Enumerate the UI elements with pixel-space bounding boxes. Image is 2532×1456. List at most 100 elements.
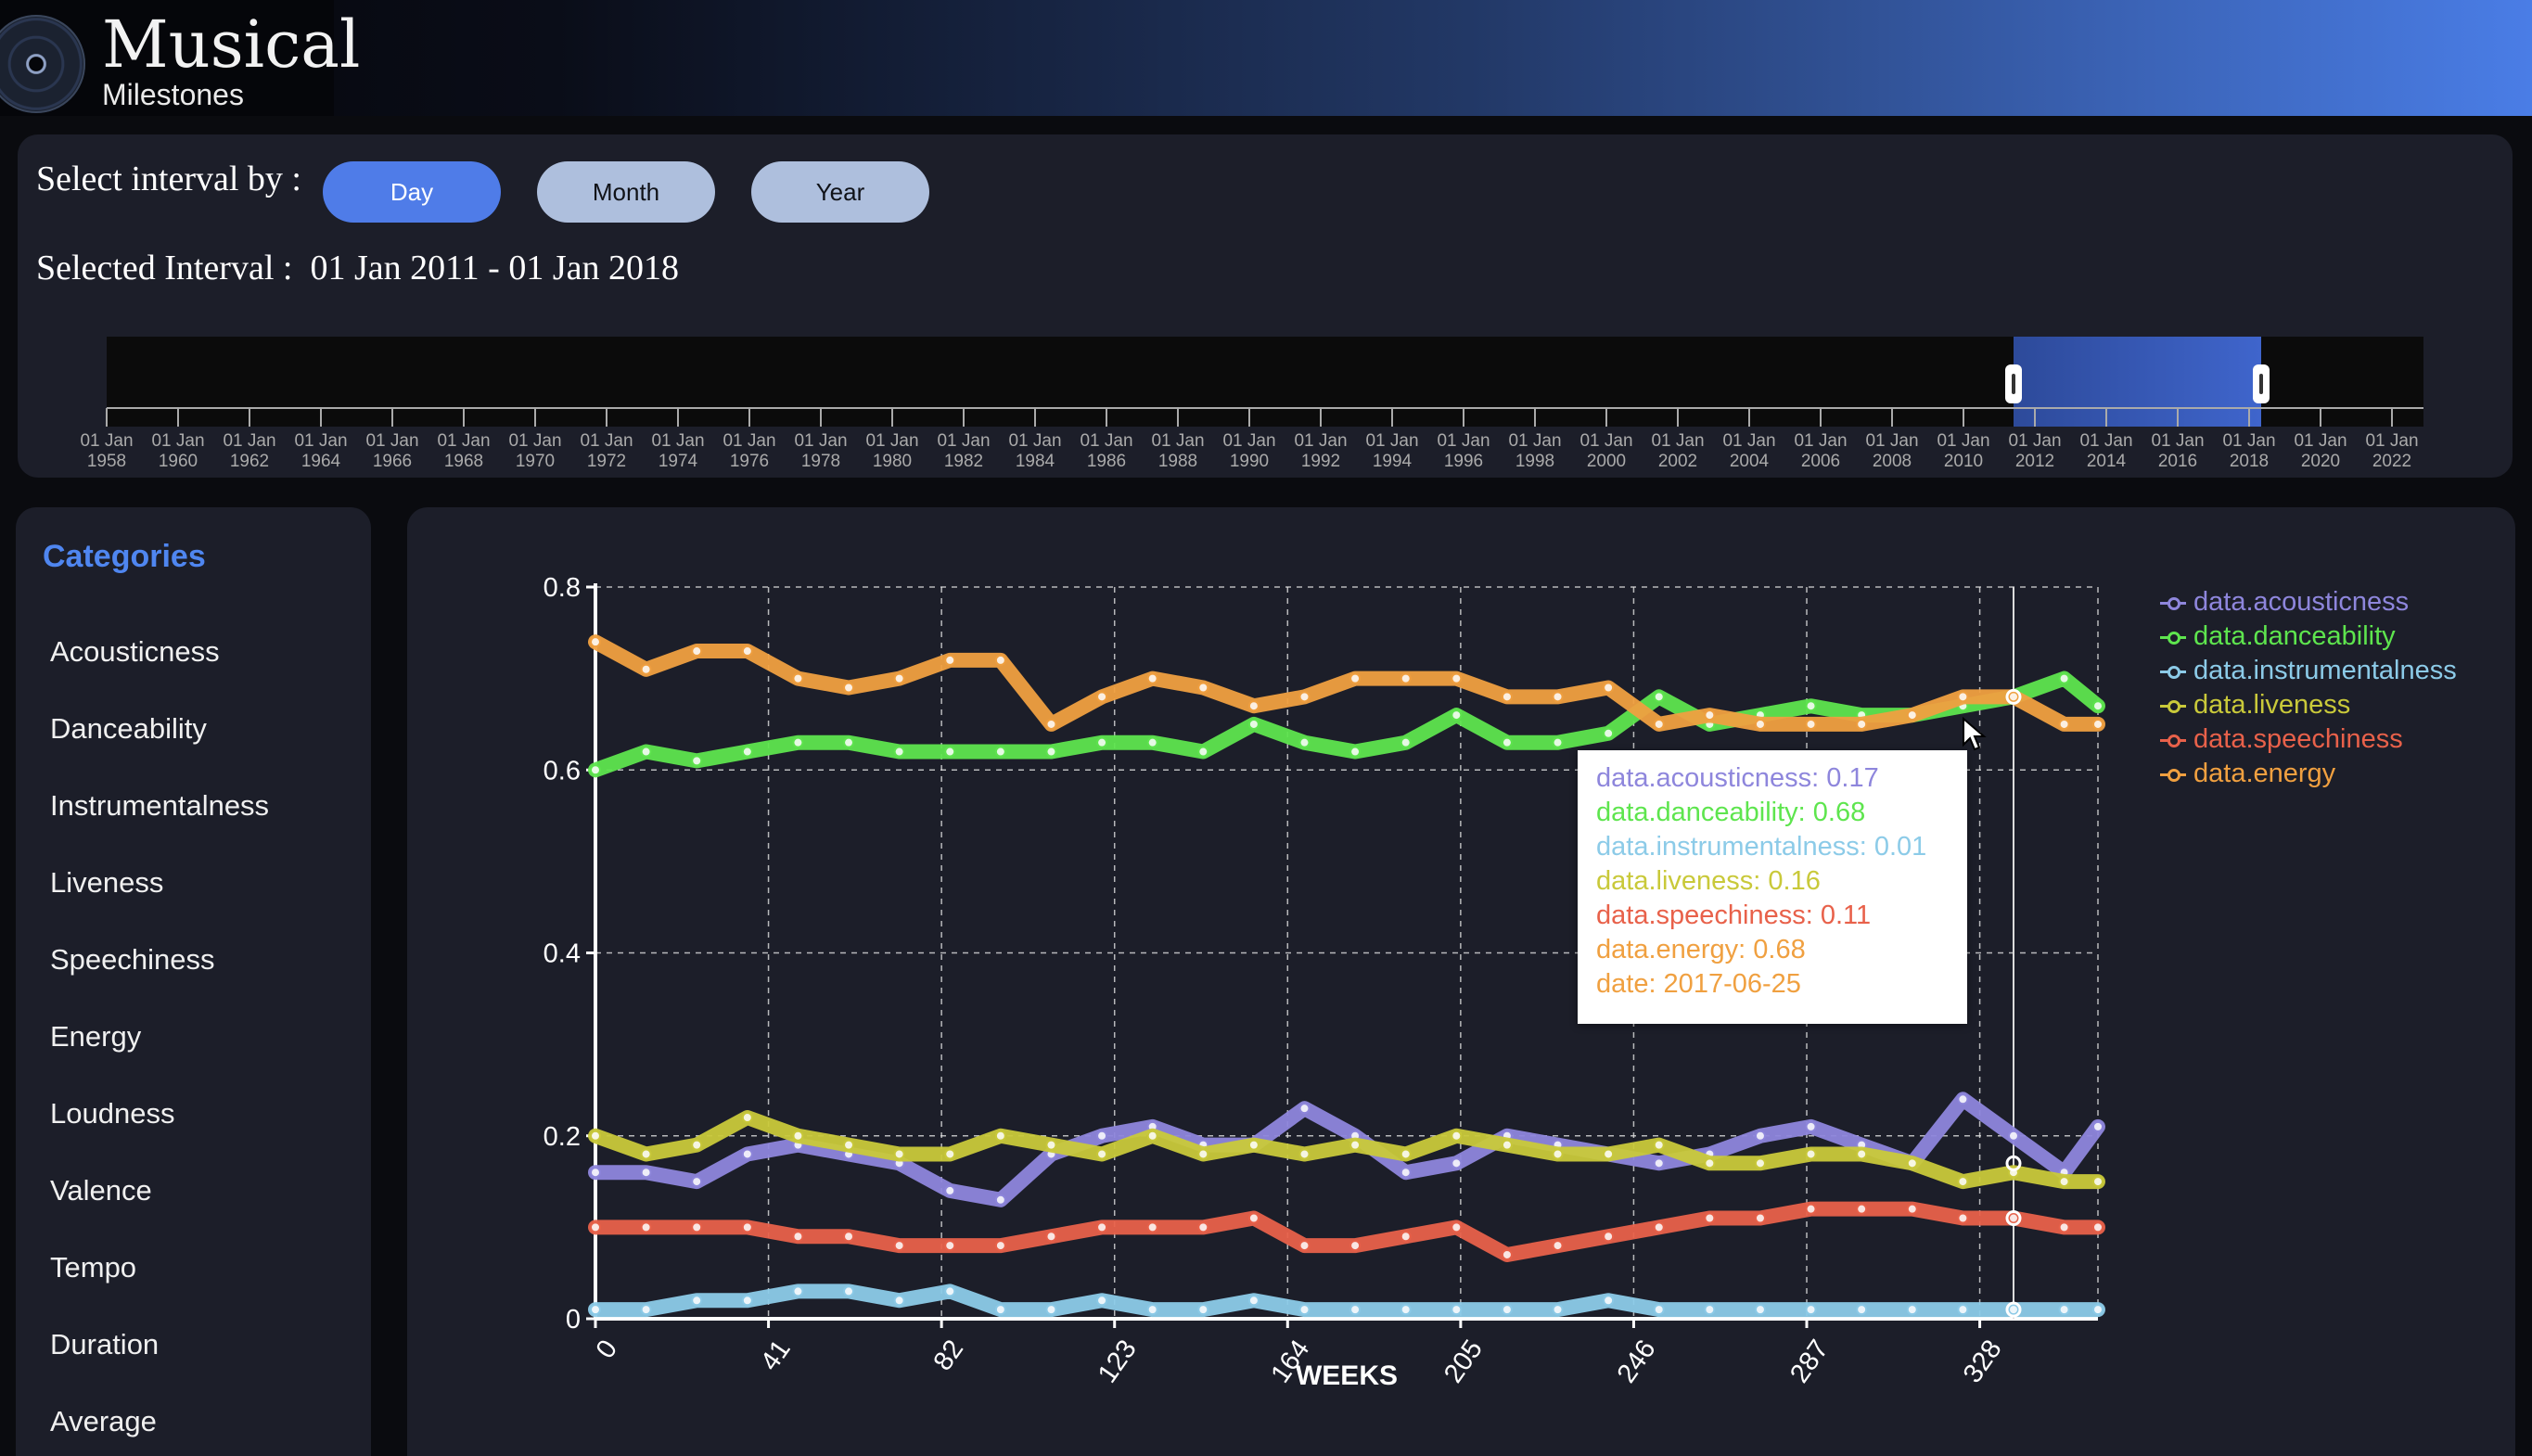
brush-handle-left[interactable] <box>2005 364 2022 403</box>
timeline-brush[interactable] <box>107 337 2423 427</box>
data-point <box>640 1148 652 1160</box>
data-point <box>1146 1304 1158 1316</box>
data-point <box>1957 1176 1969 1188</box>
category-tempo[interactable]: Tempo <box>50 1251 136 1284</box>
legend-danceability[interactable]: data.danceability <box>2160 621 2396 652</box>
data-point <box>944 1184 956 1196</box>
data-point <box>590 1167 601 1179</box>
data-point <box>843 1139 855 1151</box>
data-point <box>1096 1295 1108 1307</box>
data-point <box>1552 736 1564 748</box>
tooltip-liveness: data.liveness: 0.16 <box>1596 866 1821 896</box>
data-point <box>944 1285 956 1297</box>
data-point <box>590 764 601 776</box>
data-point <box>1451 672 1463 684</box>
brush-handle-right[interactable] <box>2253 364 2270 403</box>
data-point <box>1247 1212 1260 1224</box>
data-point <box>1805 1304 1817 1316</box>
legend-liveness[interactable]: data.liveness <box>2160 690 2350 721</box>
chart-panel: 0 0.2 0.4 0.6 0.8 0 41 82 123 164 205 246 287 328 WEEK… <box>407 507 2515 1456</box>
category-danceability[interactable]: Danceability <box>50 712 207 746</box>
data-point <box>1349 1240 1362 1252</box>
data-point <box>590 636 601 648</box>
data-point <box>1653 1157 1665 1169</box>
category-instrumentalness[interactable]: Instrumentalness <box>50 789 269 823</box>
data-point <box>792 1231 804 1243</box>
category-liveness[interactable]: Liveness <box>50 866 163 900</box>
data-point <box>792 736 804 748</box>
legend-label: data.speechiness <box>2193 724 2403 754</box>
data-point <box>691 1176 703 1188</box>
logo: Musical Milestones <box>0 0 360 116</box>
data-point <box>1653 1221 1665 1233</box>
category-acousticness[interactable]: Acousticness <box>50 635 220 669</box>
data-point <box>1146 1130 1158 1142</box>
data-point <box>1096 1221 1108 1233</box>
data-point <box>1045 746 1057 758</box>
data-point <box>792 1285 804 1297</box>
data-point <box>1501 1248 1513 1260</box>
data-point <box>843 1231 855 1243</box>
data-point <box>1653 718 1665 730</box>
category-speechiness[interactable]: Speechiness <box>50 943 215 977</box>
data-point <box>1603 1231 1615 1243</box>
category-duration[interactable]: Duration <box>50 1328 159 1361</box>
data-point <box>741 1112 753 1124</box>
data-point <box>1451 1304 1463 1316</box>
data-point <box>1298 691 1311 703</box>
app-title: Musical <box>102 6 361 83</box>
data-point <box>691 1139 703 1151</box>
category-energy[interactable]: Energy <box>50 1020 141 1054</box>
x-tick-label: 123 <box>1093 1335 1143 1388</box>
data-point <box>1754 1304 1766 1316</box>
x-tick-label: 205 <box>1439 1335 1489 1388</box>
year-button[interactable]: Year <box>751 161 929 223</box>
legend-marker-icon <box>2160 662 2186 681</box>
data-point <box>1754 1157 1766 1169</box>
data-point <box>1906 1304 1918 1316</box>
month-button[interactable]: Month <box>537 161 715 223</box>
data-point <box>1957 691 1969 703</box>
vinyl-disc-icon <box>0 15 85 113</box>
brush-selection[interactable] <box>2005 337 2270 427</box>
x-tick-label: 0 <box>591 1335 623 1364</box>
data-point <box>893 746 905 758</box>
data-point <box>1603 727 1615 739</box>
data-point <box>792 672 804 684</box>
data-point <box>1400 1304 1412 1316</box>
data-point <box>1400 1167 1412 1179</box>
data-point <box>741 746 753 758</box>
data-point <box>1045 718 1057 730</box>
data-point <box>741 1221 753 1233</box>
data-point <box>1805 718 1817 730</box>
data-point <box>1856 718 1868 730</box>
data-point <box>1096 1148 1108 1160</box>
data-point <box>590 1221 601 1233</box>
category-average[interactable]: Average <box>50 1405 157 1438</box>
x-tick-label: 246 <box>1612 1335 1662 1388</box>
data-point <box>1400 736 1412 748</box>
categories-sidebar: Categories Acousticness Danceability Ins… <box>16 507 371 1456</box>
data-point <box>944 654 956 666</box>
tooltip-acousticness: data.acousticness: 0.17 <box>1596 763 1879 793</box>
data-point <box>1754 1130 1766 1142</box>
legend-instrumentalness[interactable]: data.instrumentalness <box>2160 656 2457 686</box>
legend-speechiness[interactable]: data.speechiness <box>2160 724 2403 755</box>
data-point <box>1349 746 1362 758</box>
selected-interval: Selected Interval : 01 Jan 2011 - 01 Jan… <box>36 248 679 288</box>
data-point <box>1298 736 1311 748</box>
data-point <box>1704 1212 1716 1224</box>
legend-acousticness[interactable]: data.acousticness <box>2160 587 2409 618</box>
data-point <box>741 645 753 658</box>
day-button[interactable]: Day <box>323 161 501 223</box>
data-point <box>1197 1221 1209 1233</box>
data-point <box>1400 1231 1412 1243</box>
category-valence[interactable]: Valence <box>50 1174 152 1207</box>
category-loudness[interactable]: Loudness <box>50 1097 174 1130</box>
data-point <box>691 1221 703 1233</box>
data-point <box>1906 1203 1918 1215</box>
legend-energy[interactable]: data.energy <box>2160 759 2335 789</box>
data-point <box>691 755 703 767</box>
data-point <box>2058 1176 2070 1188</box>
data-point <box>1754 718 1766 730</box>
